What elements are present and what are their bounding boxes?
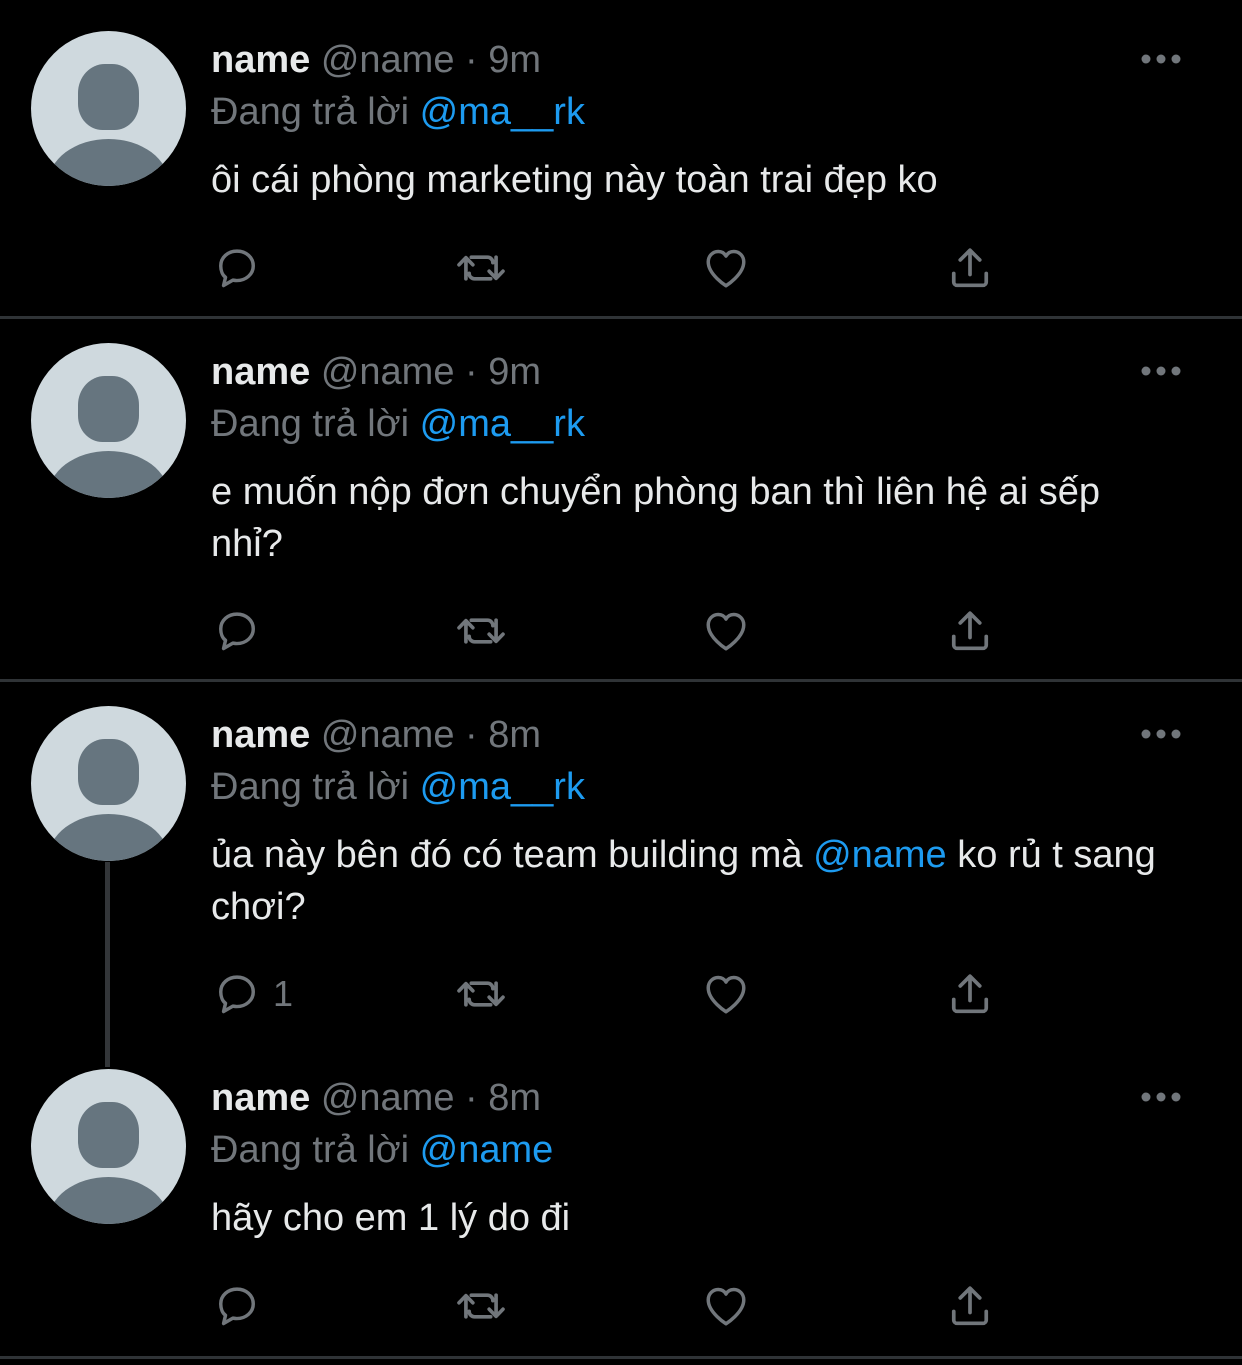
reply-icon [219,612,255,651]
tweet-text: hãy cho em 1 lý do đi [211,1192,1201,1244]
avatar-body-shape [48,139,169,186]
avatar-body-shape [48,1177,169,1224]
share-icon [951,248,989,288]
heart-icon [706,612,746,651]
retweet-icon [457,618,505,644]
replying-to: Đang trả lời @ma__rk [211,764,585,810]
reply-button[interactable] [211,242,273,294]
retweet-button[interactable] [453,968,509,1020]
reply-button[interactable]: 1 [211,968,293,1020]
reply-mention-link[interactable]: @ma__rk [420,91,585,133]
avatar[interactable] [31,31,186,186]
share-button[interactable] [944,1280,996,1332]
replying-to-label: Đang trả lời [211,1129,410,1171]
avatar-head-shape [78,376,139,442]
tweet-actions [211,605,1011,657]
retweet-icon [457,981,505,1007]
replying-to-label: Đang trả lời [211,766,410,808]
replying-to-label: Đang trả lời [211,91,410,133]
like-button[interactable] [700,968,752,1020]
reply-count: 1 [273,973,294,1014]
avatar-head-shape [78,1102,139,1168]
timestamp[interactable]: 9m [488,351,541,393]
tweet-header: name @name · 8m [211,1075,541,1121]
reply-icon [219,975,255,1014]
timestamp[interactable]: 8m [488,1077,541,1119]
display-name[interactable]: name [211,39,310,81]
replying-to: Đang trả lời @name [211,1127,553,1173]
separator-dot: · [465,39,478,81]
reply-button[interactable] [211,1280,273,1332]
user-handle[interactable]: @name [321,39,455,81]
replying-to: Đang trả lời @ma__rk [211,89,585,135]
tweet-text: e muốn nộp đơn chuyển phòng ban thì liên… [211,466,1171,570]
reply-icon [219,1287,255,1326]
share-button[interactable] [944,605,996,657]
display-name[interactable]: name [211,351,310,393]
reply-button[interactable] [211,605,273,657]
user-handle[interactable]: @name [321,351,455,393]
tweet-text: ôi cái phòng marketing này toàn trai đẹp… [211,154,1201,206]
share-icon [951,1286,989,1326]
retweet-icon [457,255,505,281]
retweet-button[interactable] [453,1280,509,1332]
like-button[interactable] [700,242,752,294]
like-button[interactable] [700,1280,752,1332]
tweet-header: name @name · 8m [211,712,541,758]
like-button[interactable] [700,605,752,657]
display-name[interactable]: name [211,1077,310,1119]
avatar-body-shape [48,451,169,498]
share-icon [951,974,989,1014]
retweet-button[interactable] [453,605,509,657]
separator-dot: · [465,351,478,393]
tweet-text: ủa này bên đó có team building mà @name … [211,829,1186,933]
tweet-text-body: e muốn nộp đơn chuyển phòng ban thì liên… [211,471,1101,565]
avatar-head-shape [78,739,139,805]
retweet-icon [457,1293,505,1319]
avatar[interactable] [31,343,186,498]
display-name[interactable]: name [211,714,310,756]
avatar[interactable] [31,1069,186,1224]
share-icon [951,611,989,651]
more-icon[interactable] [1140,724,1182,744]
heart-icon [706,249,746,288]
replying-to-label: Đang trả lời [211,403,410,445]
retweet-button[interactable] [453,242,509,294]
tweet-divider [0,316,1242,319]
timestamp[interactable]: 8m [488,714,541,756]
separator-dot: · [465,714,478,756]
tweet-actions [211,1280,1011,1332]
user-handle[interactable]: @name [321,1077,455,1119]
heart-icon [706,1287,746,1326]
timestamp[interactable]: 9m [488,39,541,81]
reply-mention-link[interactable]: @name [420,1129,554,1171]
avatar-head-shape [78,64,139,130]
reply-mention-link[interactable]: @ma__rk [420,403,585,445]
thread-connector-line [105,862,110,1067]
tweet-actions: 1 [211,968,1011,1020]
replying-to: Đang trả lời @ma__rk [211,401,585,447]
reply-icon [219,249,255,288]
reply-mention-link[interactable]: @ma__rk [420,766,585,808]
share-button[interactable] [944,242,996,294]
tweet-text-body: ủa này bên đó có team building mà [211,834,814,876]
avatar-body-shape [48,814,169,861]
tweet-mention-link[interactable]: @name [813,834,947,876]
more-icon[interactable] [1140,49,1182,69]
tweet-divider [0,679,1242,682]
tweet-text-body: hãy cho em 1 lý do đi [211,1197,571,1239]
user-handle[interactable]: @name [321,714,455,756]
tweet-header: name @name · 9m [211,349,541,395]
heart-icon [706,975,746,1014]
more-icon[interactable] [1140,361,1182,381]
separator-dot: · [465,1077,478,1119]
tweet-actions [211,242,1011,294]
tweet-header: name @name · 9m [211,37,541,83]
share-button[interactable] [944,968,996,1020]
avatar[interactable] [31,706,186,861]
tweet-text-body: ôi cái phòng marketing này toàn trai đẹp… [211,159,938,201]
tweet-divider [0,1356,1242,1359]
more-icon[interactable] [1140,1087,1182,1107]
